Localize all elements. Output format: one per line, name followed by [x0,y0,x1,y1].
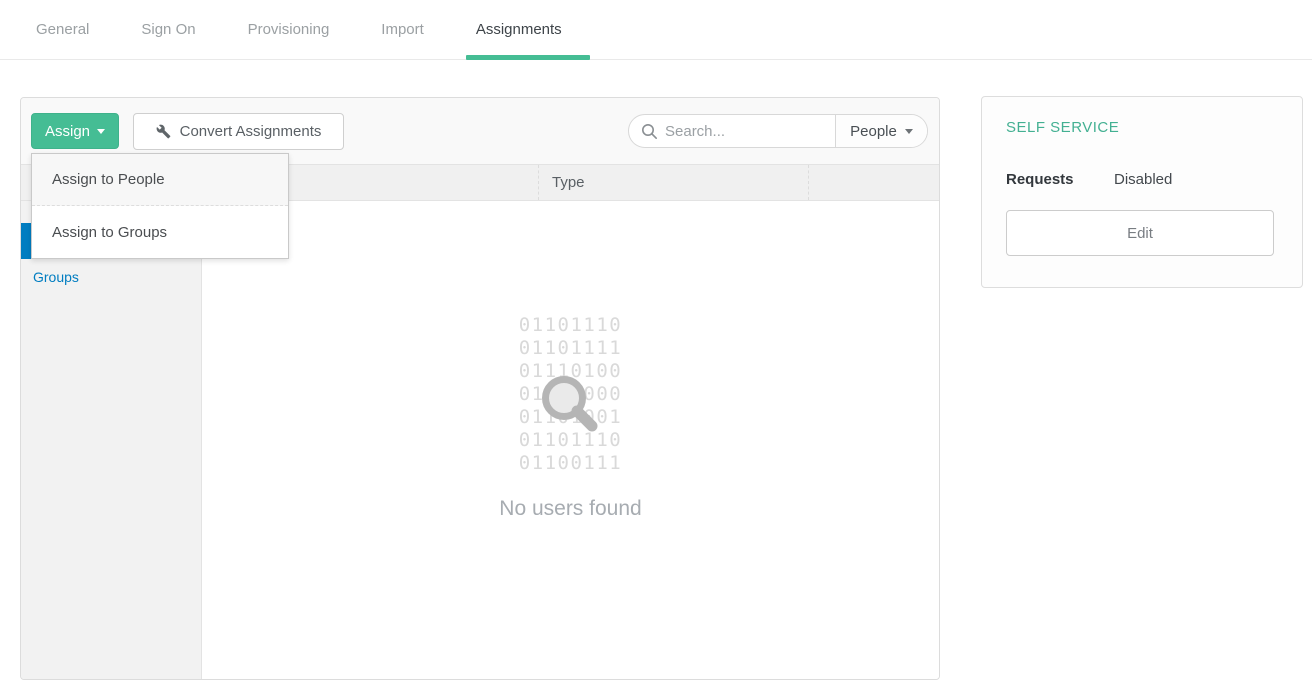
app-assignments-page: General Sign On Provisioning Import Assi… [0,0,1312,686]
caret-down-icon [97,129,105,134]
menu-item-assign-to-groups[interactable]: Assign to Groups [32,206,288,258]
assign-dropdown-menu: Assign to People Assign to Groups [31,153,289,259]
search-field [629,115,835,147]
sidebar-item-groups[interactable]: Groups [21,259,201,295]
binary-row: 01101111 [202,337,939,360]
convert-button-label: Convert Assignments [180,123,322,140]
tab-sign-on[interactable]: Sign On [141,0,195,59]
tab-assignments[interactable]: Assignments [476,0,562,59]
caret-down-icon [905,129,913,134]
empty-state: 01101110 01101111 01110100 01101000 0110… [202,201,939,679]
requests-row: Requests Disabled [1006,171,1280,188]
magnifier-icon [528,368,608,448]
assign-button-label: Assign [45,123,90,140]
search-scope-value: People [850,123,897,140]
binary-row: 01101110 [202,314,939,337]
search-combo: People [628,114,928,148]
assign-button[interactable]: Assign [31,113,119,149]
tab-provisioning[interactable]: Provisioning [248,0,330,59]
tab-import[interactable]: Import [381,0,424,59]
empty-message: No users found [202,497,939,521]
requests-label: Requests [1006,171,1114,188]
assignments-panel: Assign Convert Assignments Pe [20,97,940,680]
self-service-panel: SELF SERVICE Requests Disabled Edit [981,96,1303,288]
tab-general[interactable]: General [36,0,89,59]
search-scope-dropdown[interactable]: People [835,115,927,147]
self-service-title: SELF SERVICE [1006,119,1119,136]
search-icon [641,123,658,140]
edit-button[interactable]: Edit [1006,210,1274,256]
column-header-actions [808,165,939,200]
assignment-filter-sidebar: People Groups [21,201,202,679]
search-input[interactable] [665,123,815,140]
wrench-icon [156,124,171,139]
column-header-type: Type [538,165,808,200]
binary-row: 01100111 [202,452,939,475]
convert-assignments-button[interactable]: Convert Assignments [133,113,344,150]
binary-art: 01101110 01101111 01110100 01101000 0110… [202,314,939,475]
requests-status-value: Disabled [1114,171,1172,188]
tab-bar: General Sign On Provisioning Import Assi… [0,0,1312,60]
menu-item-assign-to-people[interactable]: Assign to People [32,154,288,206]
